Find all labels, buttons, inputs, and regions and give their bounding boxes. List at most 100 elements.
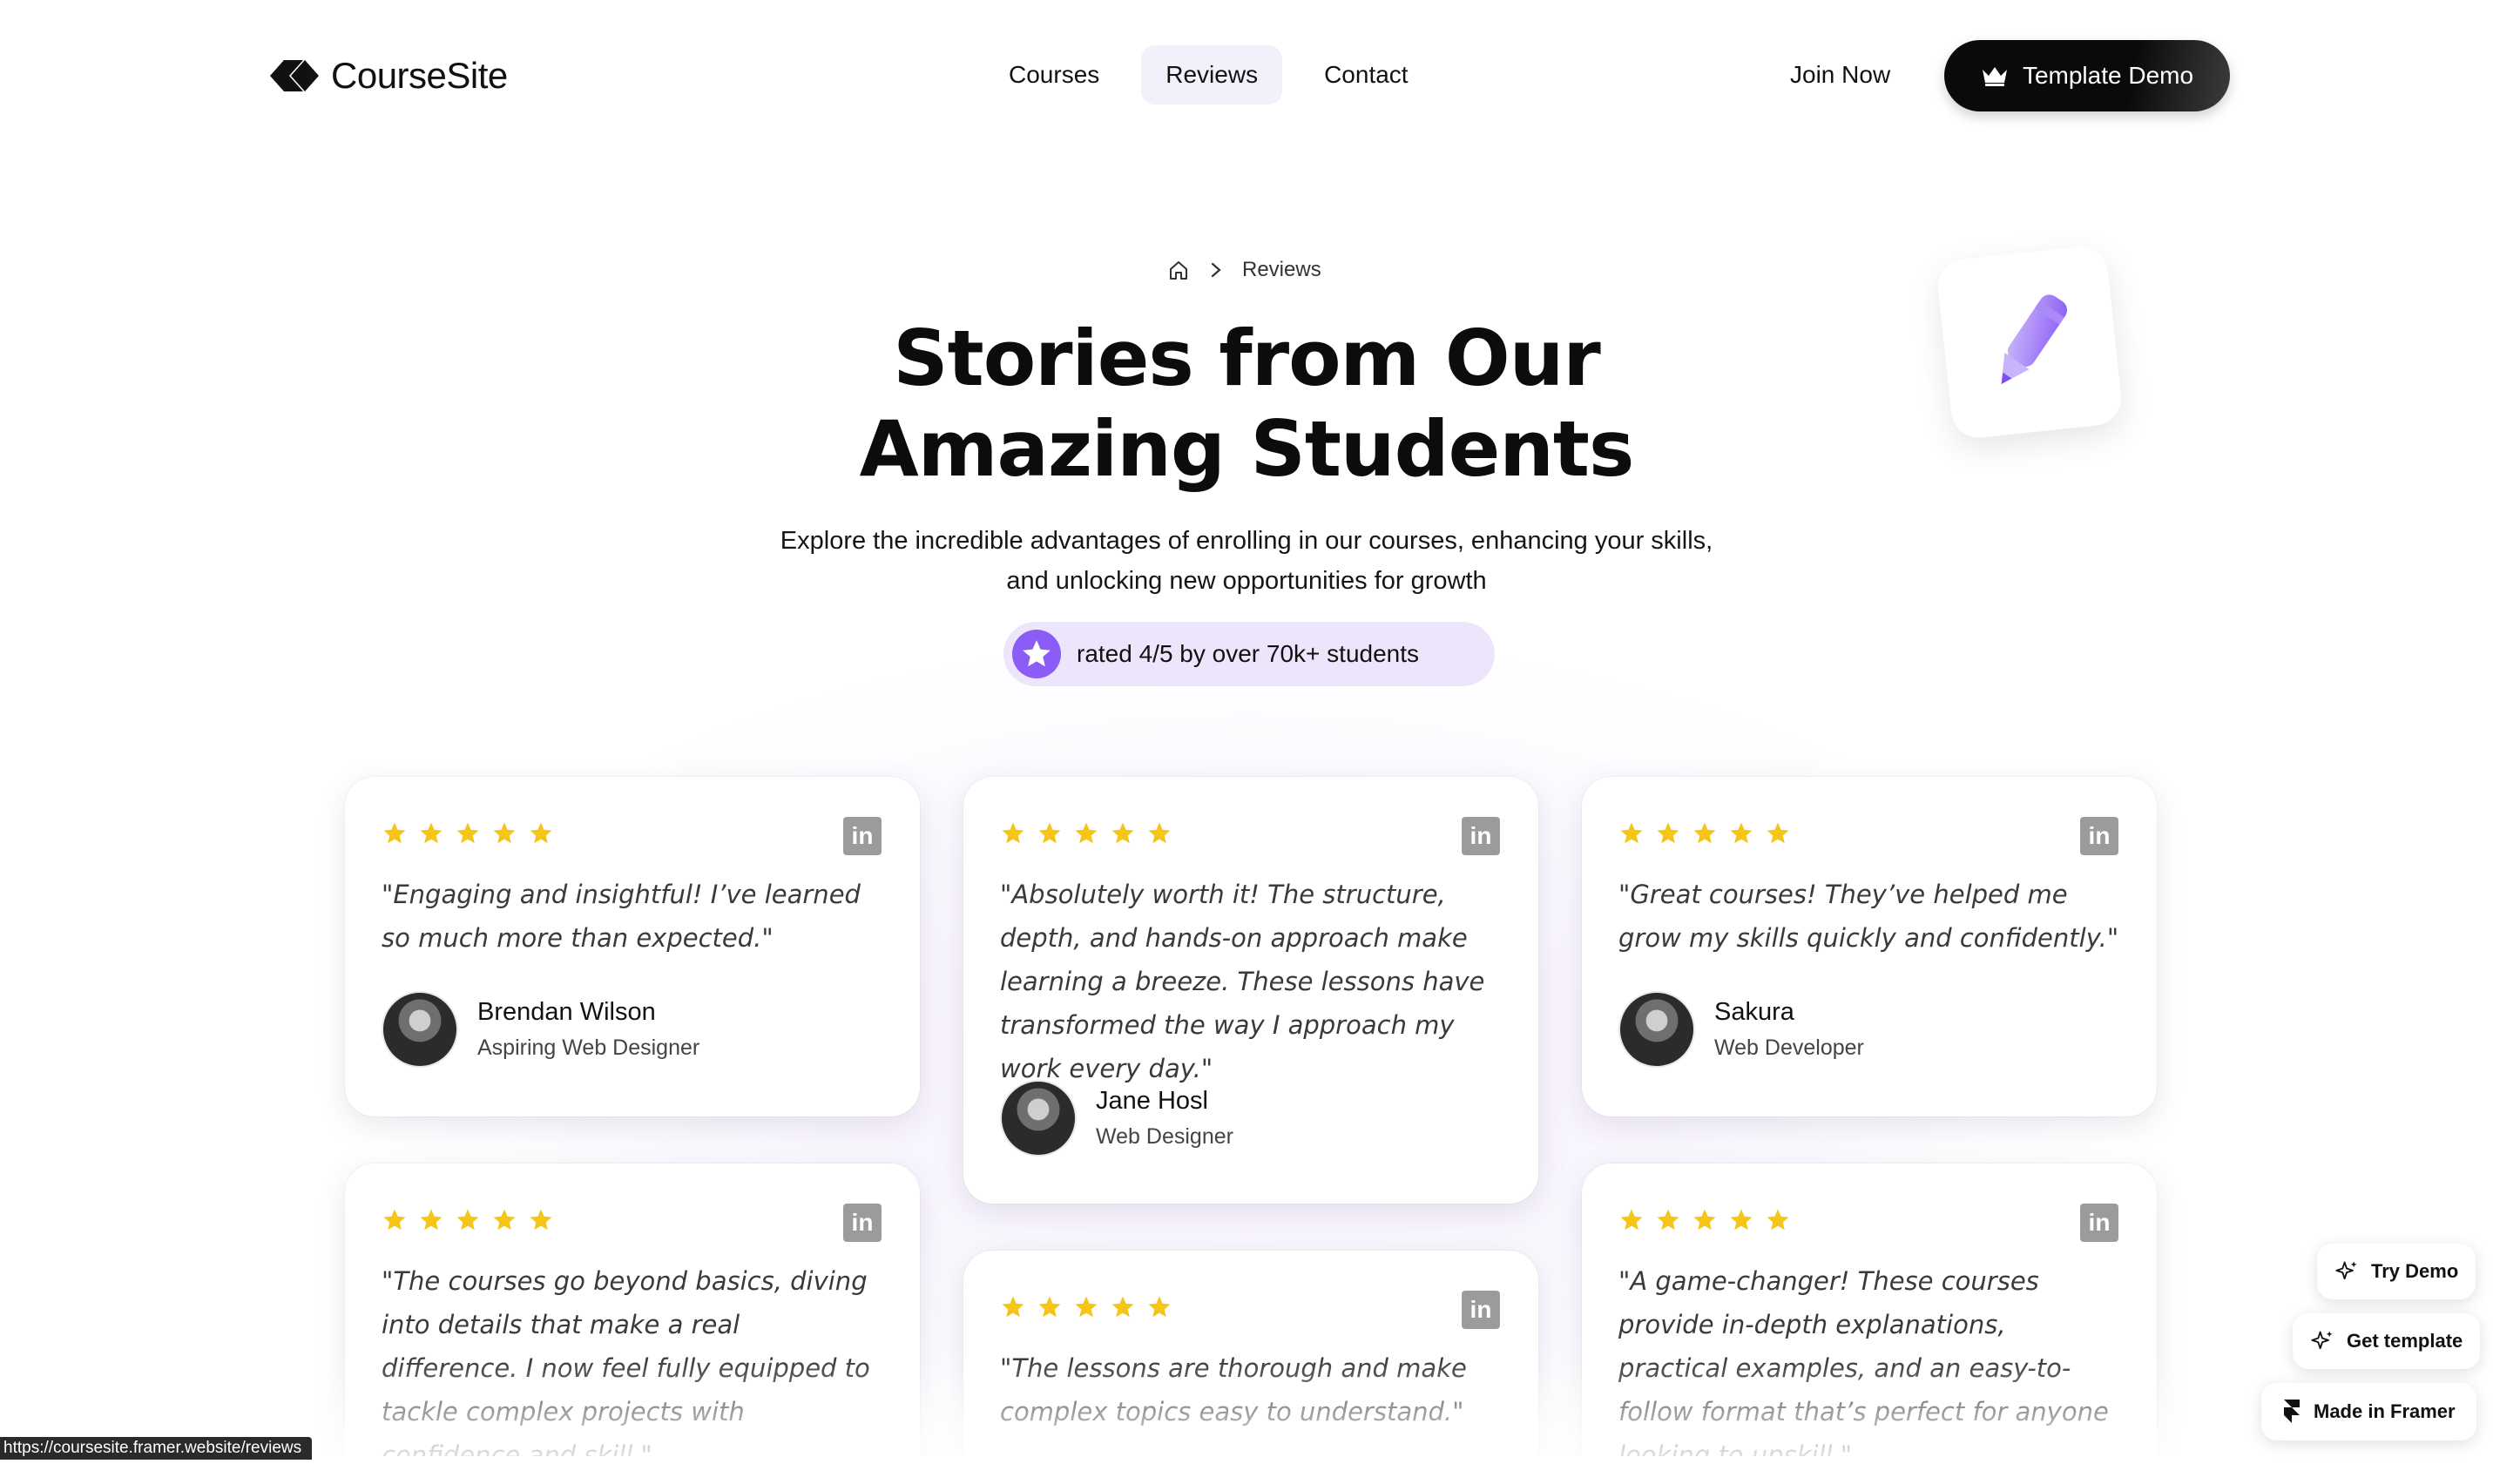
star-rating (1618, 1207, 1791, 1233)
star-icon (456, 1209, 479, 1231)
star-icon (1693, 1209, 1716, 1231)
sparkle-icon (2335, 1261, 2357, 1280)
brand-name: CourseSite (331, 55, 508, 96)
reviewer-name: Jane Hosl (1096, 1087, 1208, 1115)
status-bar-url: https://coursesite.framer.website/review… (0, 1437, 313, 1460)
linkedin-icon[interactable]: in (1462, 817, 1500, 855)
star-rating (1618, 820, 1791, 847)
star-icon (420, 822, 443, 844)
avatar (382, 991, 458, 1068)
made-in-framer-badge[interactable]: Made in Framer (2261, 1383, 2476, 1440)
get-template-button[interactable]: Get template (2293, 1313, 2481, 1369)
star-icon (1730, 1209, 1753, 1231)
review-card: in "The lessons are thorough and make co… (963, 1251, 1538, 1484)
star-icon (1693, 822, 1716, 844)
try-demo-button[interactable]: Try Demo (2317, 1244, 2476, 1299)
linkedin-icon[interactable]: in (843, 817, 882, 855)
review-quote: "A game-changer! These courses provide i… (1618, 1266, 2109, 1470)
star-icon (1767, 822, 1789, 844)
review-quote: "Great courses! They’ve helped me grow m… (1618, 880, 2119, 953)
star-icon (1730, 822, 1753, 844)
star-rating (1000, 820, 1172, 847)
join-now-link[interactable]: Join Now (1790, 61, 1890, 89)
reviewer: Jane Hosl Web Designer (1000, 1080, 1233, 1157)
review-quote: "Absolutely worth it! The structure, dep… (1000, 880, 1485, 1083)
crown-icon (1982, 67, 2007, 86)
title-line-1: Stories from Our (893, 314, 1600, 403)
framer-logo-icon (2284, 1400, 2300, 1423)
star-icon (383, 822, 406, 844)
reviewer-name: Brendan Wilson (477, 998, 656, 1026)
star-icon (530, 1209, 552, 1231)
rating-badge: rated 4/5 by over 70k+ students (1003, 622, 1495, 686)
viewport-bottom (0, 1456, 2493, 1484)
star-icon (1767, 1209, 1789, 1231)
top-navigation: CourseSite Courses Reviews Contact Join … (0, 0, 2493, 150)
linkedin-icon[interactable]: in (843, 1204, 882, 1242)
star-badge-icon (1012, 630, 1061, 678)
chevron-right-icon (1211, 262, 1221, 278)
sparkle-icon (2311, 1331, 2333, 1350)
pencil-decoration (1935, 244, 2125, 441)
star-rating (382, 1207, 554, 1233)
star-icon (493, 822, 516, 844)
home-icon[interactable] (1167, 259, 1190, 281)
review-card: in "A game-changer! These courses provid… (1582, 1164, 2157, 1484)
star-icon (1148, 822, 1171, 844)
page-subtitle: Explore the incredible advantages of enr… (0, 521, 2493, 601)
review-card: in "Engaging and insightful! I’ve learne… (345, 777, 920, 1116)
avatar (1000, 1080, 1077, 1157)
reviewer: Brendan Wilson Aspiring Web Designer (382, 991, 699, 1068)
star-icon (420, 1209, 443, 1231)
brand-logo[interactable]: CourseSite (268, 54, 508, 98)
star-icon (1657, 822, 1679, 844)
made-in-framer-label: Made in Framer (2314, 1400, 2456, 1422)
get-template-label: Get template (2347, 1330, 2463, 1352)
star-icon (1620, 822, 1643, 844)
star-icon (1657, 1209, 1679, 1231)
star-icon (1038, 1296, 1061, 1318)
star-rating (1000, 1294, 1172, 1320)
star-icon (1148, 1296, 1171, 1318)
star-icon (1620, 1209, 1643, 1231)
linkedin-icon[interactable]: in (2080, 817, 2118, 855)
nav-links: Courses Reviews Contact (984, 45, 1433, 105)
star-icon (1075, 1296, 1098, 1318)
avatar (1618, 991, 1695, 1068)
nav-link-reviews[interactable]: Reviews (1141, 45, 1283, 105)
star-icon (1111, 1296, 1134, 1318)
review-quote: "The courses go beyond basics, diving in… (382, 1266, 870, 1470)
star-icon (493, 1209, 516, 1231)
star-rating (382, 820, 554, 847)
linkedin-icon[interactable]: in (1462, 1291, 1500, 1329)
review-card: in "Great courses! They’ve helped me gro… (1582, 777, 2157, 1116)
star-icon (1075, 822, 1098, 844)
rating-text: rated 4/5 by over 70k+ students (1077, 640, 1420, 667)
review-quote: "The lessons are thorough and make compl… (1000, 1353, 1467, 1427)
star-icon (383, 1209, 406, 1231)
title-line-2: Amazing Students (859, 404, 1635, 494)
subtitle-line-2: and unlocking new opportunities for grow… (1006, 567, 1487, 595)
review-card: in "Absolutely worth it! The structure, … (963, 777, 1538, 1204)
nav-link-contact[interactable]: Contact (1300, 45, 1433, 105)
subtitle-line-1: Explore the incredible advantages of enr… (780, 527, 1713, 555)
reviewer: Sakura Web Developer (1618, 991, 1864, 1068)
try-demo-label: Try Demo (2371, 1260, 2459, 1282)
logo-mark-icon (270, 60, 319, 91)
star-icon (456, 822, 479, 844)
review-card: in "The courses go beyond basics, diving… (345, 1164, 920, 1484)
reviewer-name: Sakura (1714, 998, 1794, 1026)
star-icon (1038, 822, 1061, 844)
nav-link-courses[interactable]: Courses (984, 45, 1124, 105)
star-icon (1002, 1296, 1024, 1318)
template-demo-button[interactable]: Template Demo (1944, 40, 2230, 111)
linkedin-icon[interactable]: in (2080, 1204, 2118, 1242)
star-icon (1111, 822, 1134, 844)
review-quote: "Engaging and insightful! I’ve learned s… (382, 880, 861, 953)
reviewer-role: Web Designer (1096, 1124, 1233, 1149)
reviewer-role: Web Developer (1714, 1035, 1864, 1060)
reviewer-role: Aspiring Web Designer (477, 1035, 700, 1060)
breadcrumb: Reviews (1167, 258, 1321, 282)
star-icon (1002, 822, 1024, 844)
pencil-icon (2001, 294, 2067, 385)
